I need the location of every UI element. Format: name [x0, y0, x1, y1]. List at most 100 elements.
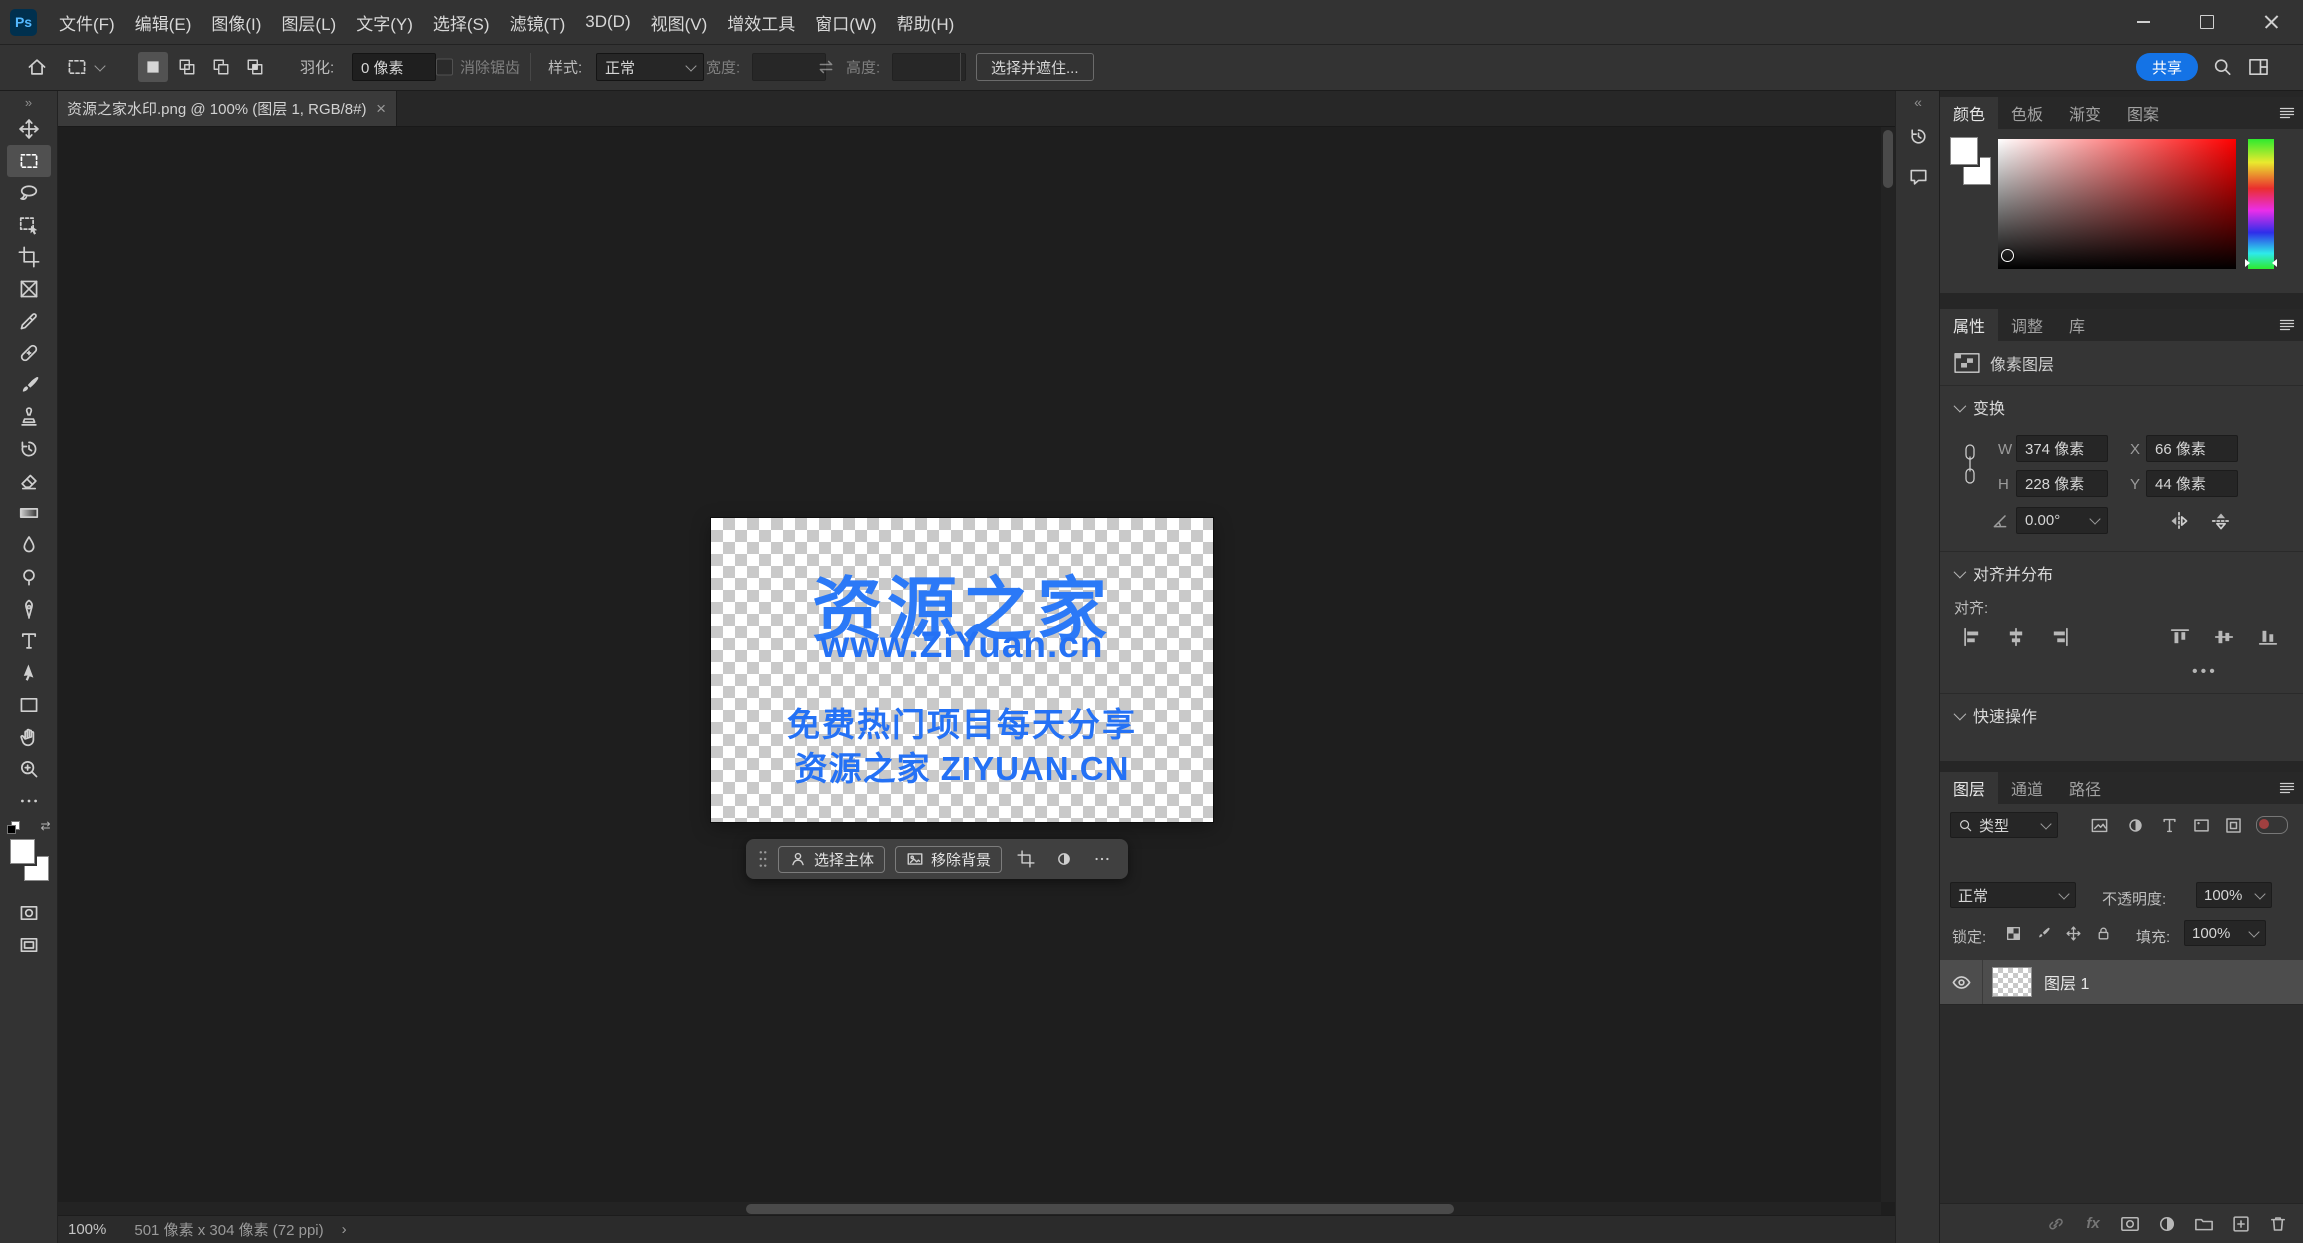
- panel-menu-icon[interactable]: [2279, 772, 2295, 804]
- layer-filter-toggle[interactable]: [2256, 816, 2288, 834]
- vertical-scrollbar[interactable]: [1881, 127, 1895, 1202]
- layer-visibility-eye-icon[interactable]: [1940, 960, 1983, 1004]
- default-colors-icon[interactable]: [6, 821, 20, 834]
- add-layer-mask-icon[interactable]: [2118, 1212, 2142, 1236]
- menu-layer[interactable]: 图层(L): [271, 0, 346, 44]
- comments-panel-icon[interactable]: [1901, 159, 1935, 193]
- maximize-button[interactable]: [2175, 0, 2239, 44]
- spot-healing-brush-tool[interactable]: [7, 337, 51, 369]
- intersect-selection-mode-button[interactable]: [240, 52, 270, 82]
- menu-view[interactable]: 视图(V): [641, 0, 718, 44]
- filter-type-layers-icon[interactable]: [2156, 813, 2182, 837]
- lasso-tool[interactable]: [7, 177, 51, 209]
- layer-row[interactable]: 图层 1: [1940, 960, 2303, 1005]
- style-select[interactable]: 正常: [596, 53, 704, 81]
- swap-colors-icon[interactable]: ⇄: [40, 819, 50, 833]
- menu-help[interactable]: 帮助(H): [887, 0, 965, 44]
- subtract-selection-mode-button[interactable]: [206, 52, 236, 82]
- tab-channels[interactable]: 通道: [1998, 772, 2056, 804]
- horizontal-scrollbar[interactable]: [57, 1202, 1881, 1216]
- lock-pixels-icon[interactable]: [2032, 922, 2054, 944]
- crop-tool[interactable]: [7, 241, 51, 273]
- panel-menu-icon[interactable]: [2279, 97, 2295, 129]
- tab-gradients[interactable]: 渐变: [2056, 97, 2114, 129]
- feather-input[interactable]: 0 像素: [352, 53, 436, 81]
- layer-effects-icon[interactable]: fx: [2081, 1212, 2105, 1236]
- close-button[interactable]: [2239, 0, 2303, 44]
- zoom-tool[interactable]: [7, 753, 51, 785]
- tab-paths[interactable]: 路径: [2056, 772, 2114, 804]
- flip-horizontal-icon[interactable]: [2166, 509, 2192, 533]
- history-brush-tool[interactable]: [7, 433, 51, 465]
- foreground-color-swatch[interactable]: [9, 839, 35, 864]
- opacity-field[interactable]: 100%: [2196, 882, 2272, 908]
- clone-stamp-tool[interactable]: [7, 401, 51, 433]
- saturation-brightness-field[interactable]: [1998, 139, 2236, 269]
- panel-color-swatches[interactable]: [1948, 135, 1996, 191]
- eyedropper-tool[interactable]: [7, 305, 51, 337]
- brush-tool[interactable]: [7, 369, 51, 401]
- menu-plugins[interactable]: 增效工具: [717, 0, 805, 44]
- tab-color[interactable]: 颜色: [1940, 97, 1999, 129]
- menu-image[interactable]: 图像(I): [201, 0, 271, 44]
- align-vertical-center-icon[interactable]: [2212, 625, 2236, 649]
- menu-filter[interactable]: 滤镜(T): [500, 0, 576, 44]
- path-selection-tool[interactable]: [7, 657, 51, 689]
- rectangular-marquee-tool[interactable]: [6, 145, 51, 177]
- link-layers-icon[interactable]: [2044, 1212, 2068, 1236]
- menu-window[interactable]: 窗口(W): [805, 0, 886, 44]
- new-selection-mode-button[interactable]: [138, 52, 168, 82]
- canvas-area[interactable]: 资源之家 www.ZiYuan.cn 免费热门项目每天分享 资源之家 ZIYUA…: [57, 127, 1895, 1243]
- filter-shape-layers-icon[interactable]: [2188, 813, 2214, 837]
- align-bottom-icon[interactable]: [2256, 625, 2280, 649]
- flip-vertical-icon[interactable]: [2208, 509, 2234, 533]
- pen-tool[interactable]: [7, 593, 51, 625]
- layer-filter-type-select[interactable]: 类型: [1950, 812, 2058, 838]
- y-field[interactable]: 44 像素: [2146, 470, 2238, 497]
- align-left-icon[interactable]: [1960, 625, 1984, 649]
- height-field[interactable]: 228 像素: [2016, 470, 2108, 497]
- more-align-options[interactable]: •••: [2192, 663, 2218, 681]
- menu-select[interactable]: 选择(S): [423, 0, 500, 44]
- filter-adjustment-layers-icon[interactable]: [2122, 813, 2148, 837]
- hand-tool[interactable]: [7, 721, 51, 753]
- menu-edit[interactable]: 编辑(E): [125, 0, 202, 44]
- width-field[interactable]: 374 像素: [2016, 435, 2108, 462]
- panel-menu-icon[interactable]: [2279, 309, 2295, 341]
- move-tool[interactable]: [7, 113, 51, 145]
- layer-name[interactable]: 图层 1: [2044, 970, 2089, 994]
- height-input[interactable]: [892, 53, 966, 81]
- align-horizontal-center-icon[interactable]: [2004, 625, 2028, 649]
- screen-mode-button[interactable]: [7, 929, 51, 961]
- tab-patterns[interactable]: 图案: [2114, 97, 2172, 129]
- share-button[interactable]: 共享: [2136, 53, 2199, 81]
- dock-expand-icon[interactable]: «: [1914, 91, 1922, 113]
- toolbar-collapse-icon[interactable]: »: [25, 91, 32, 113]
- add-selection-mode-button[interactable]: [172, 52, 202, 82]
- constrain-proportions-icon[interactable]: [1962, 439, 1978, 489]
- transform-icon[interactable]: [1012, 845, 1040, 873]
- lock-transparency-icon[interactable]: [2002, 922, 2024, 944]
- swap-dimensions-icon[interactable]: [816, 57, 836, 77]
- align-section-header[interactable]: 对齐并分布: [1953, 561, 2053, 585]
- object-selection-tool[interactable]: [7, 209, 51, 241]
- quick-actions-section-header[interactable]: 快速操作: [1953, 703, 2037, 727]
- filter-pixel-layers-icon[interactable]: [2086, 813, 2112, 837]
- transform-section-header[interactable]: 变换: [1953, 395, 2005, 419]
- gradient-tool[interactable]: [7, 497, 51, 529]
- status-expand-icon[interactable]: ›: [342, 1221, 347, 1238]
- blur-tool[interactable]: [7, 529, 51, 561]
- fill-field[interactable]: 100%: [2184, 920, 2266, 946]
- blend-mode-select[interactable]: 正常: [1950, 882, 2076, 908]
- search-icon[interactable]: [2212, 57, 2233, 78]
- menu-type[interactable]: 文字(Y): [346, 0, 423, 44]
- x-field[interactable]: 66 像素: [2146, 435, 2238, 462]
- tab-layers[interactable]: 图层: [1940, 772, 1999, 804]
- tool-preset-dropdown[interactable]: [66, 56, 106, 78]
- hue-slider[interactable]: [2245, 139, 2277, 269]
- history-panel-icon[interactable]: [1901, 119, 1935, 153]
- quick-mask-button[interactable]: [7, 897, 51, 929]
- home-icon[interactable]: [26, 56, 48, 78]
- new-group-icon[interactable]: [2192, 1212, 2216, 1236]
- align-top-icon[interactable]: [2168, 625, 2192, 649]
